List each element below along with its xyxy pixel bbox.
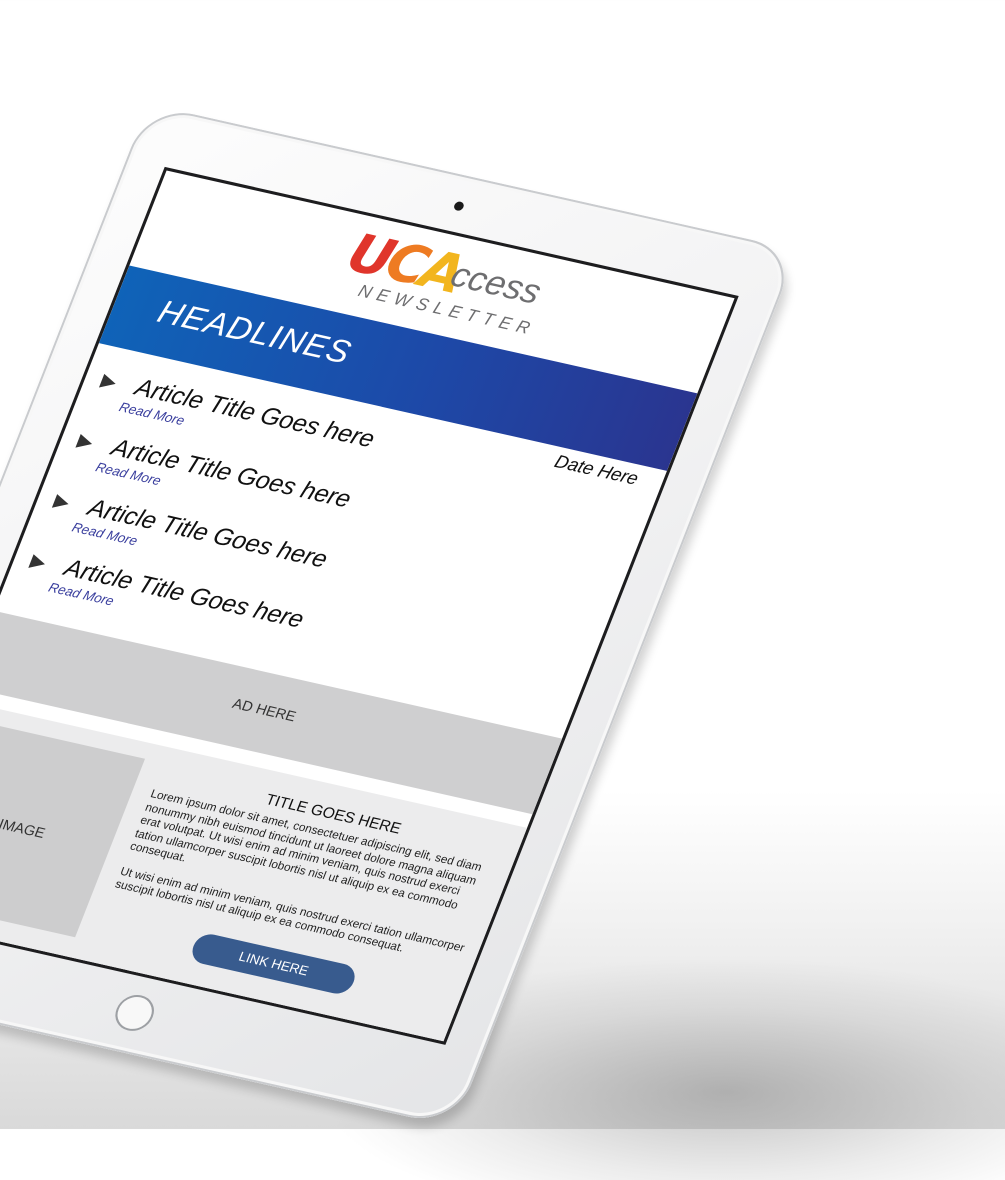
image-label: IMAGE [0, 815, 48, 842]
tablet-device: UCA ccess NEWSLETTER HEADLINES Date Here… [0, 104, 799, 1128]
front-camera-icon [452, 200, 466, 212]
tablet-mockup: UCA ccess NEWSLETTER HEADLINES Date Here… [0, 0, 1005, 1129]
arrow-bullet-icon [28, 554, 48, 572]
newsletter-page: UCA ccess NEWSLETTER HEADLINES Date Here… [0, 170, 735, 1042]
tablet-screen: UCA ccess NEWSLETTER HEADLINES Date Here… [0, 166, 739, 1045]
arrow-bullet-icon [51, 494, 72, 511]
home-button-icon[interactable] [109, 991, 160, 1035]
arrow-bullet-icon [75, 434, 95, 451]
arrow-bullet-icon [98, 373, 119, 391]
